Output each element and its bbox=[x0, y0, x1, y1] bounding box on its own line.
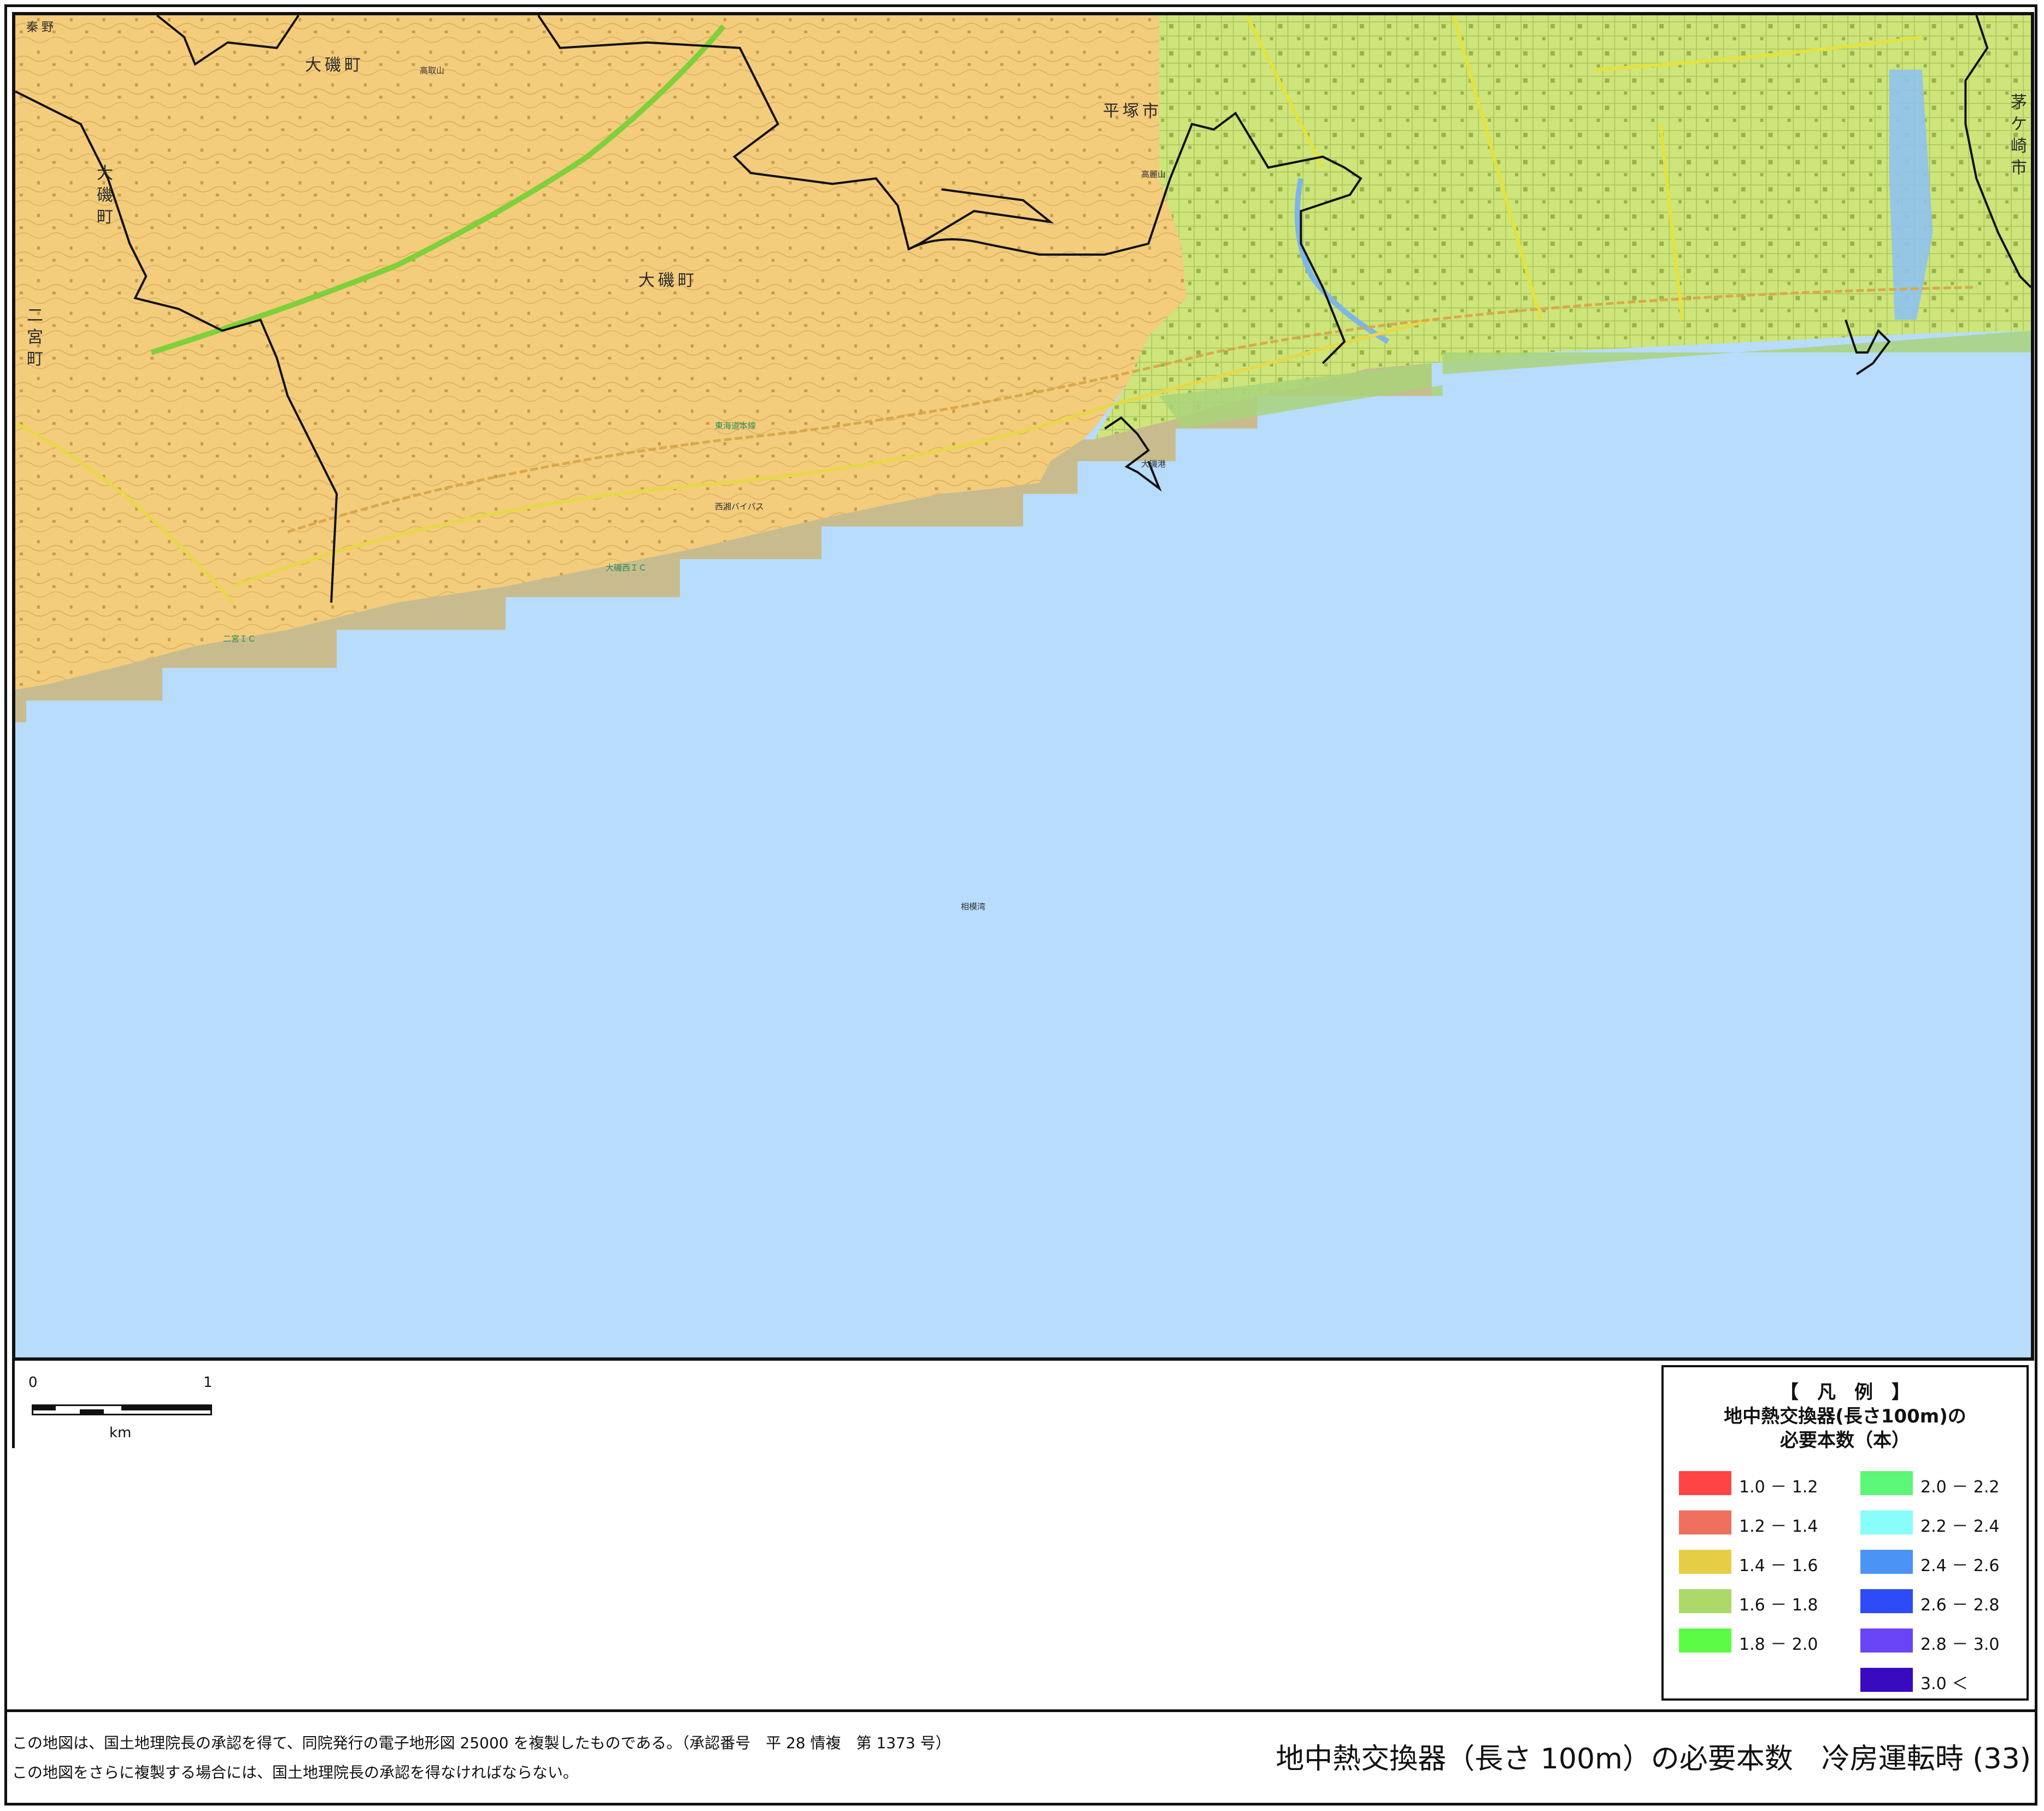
place-label-oiso-top: 大磯町 bbox=[305, 56, 364, 75]
frame-tick bbox=[12, 1361, 15, 1448]
legend-swatch bbox=[1860, 1550, 1913, 1574]
legend-swatch bbox=[1679, 1550, 1731, 1574]
scale-bar-seg bbox=[80, 1409, 104, 1415]
scale-unit-label: km bbox=[109, 1425, 132, 1441]
legend-label: 2.0 － 2.2 bbox=[1920, 1478, 2000, 1497]
legend-swatch bbox=[1679, 1471, 1731, 1495]
footer-note-line1: この地図は、国土地理院長の承認を得て、同院発行の電子地形図 25000 を複製し… bbox=[12, 1734, 951, 1752]
legend-swatch bbox=[1860, 1668, 1913, 1692]
place-label-oiso-left: 大磯町 bbox=[97, 164, 113, 227]
map-title: 地中熱交換器（長さ 100m）の必要本数 冷房運転時 (33) bbox=[1276, 1743, 2031, 1775]
legend-title-line1: 【 凡 例 】 bbox=[1780, 1381, 1910, 1403]
legend-label: 2.2 － 2.4 bbox=[1920, 1517, 2000, 1536]
legend-label: 1.8 － 2.0 bbox=[1739, 1635, 1818, 1654]
place-label-sagami-bay: 相模湾 bbox=[961, 902, 986, 912]
map-canvas bbox=[15, 15, 2031, 722]
scale-end-label: 1 bbox=[203, 1374, 213, 1391]
legend-swatch bbox=[1860, 1510, 1913, 1534]
place-label-partial: 秦野 bbox=[26, 21, 57, 34]
place-label-oiso-port: 大磯港 bbox=[1141, 459, 1166, 469]
legend-label: 1.4 － 1.6 bbox=[1739, 1556, 1818, 1575]
scale-bar: 0 1 km bbox=[28, 1374, 214, 1441]
scale-bar-seg bbox=[121, 1405, 212, 1410]
map-frame[interactable]: 大磯町 大磯町 大磯町 二宮町 平塚市 茅ケ崎市 高取山 高麗山 相模湾 大磯港… bbox=[12, 12, 2034, 1361]
legend-swatch bbox=[1679, 1589, 1731, 1613]
place-label-ninomiya: 二宮町 bbox=[27, 306, 43, 369]
legend: 【 凡 例 】 地中熱交換器(長さ100m)の 必要本数（本） 1.0 － 1.… bbox=[1661, 1365, 2029, 1701]
legend-swatch bbox=[1679, 1510, 1731, 1534]
place-label-hiratsuka: 平塚市 bbox=[1103, 102, 1162, 121]
legend-label: 3.0 ＜ bbox=[1920, 1674, 1969, 1694]
place-label-takatori: 高取山 bbox=[420, 66, 445, 75]
legend-title-line3: 必要本数（本） bbox=[1780, 1430, 1910, 1451]
legend-label: 1.2 － 1.4 bbox=[1739, 1517, 1818, 1536]
legend-label: 1.0 － 1.2 bbox=[1739, 1478, 1818, 1497]
place-label-koma: 高麗山 bbox=[1141, 169, 1166, 179]
place-label-chigasaki: 茅ケ崎市 bbox=[2011, 93, 2027, 178]
legend-title-line2: 地中熱交換器(長さ100m)の bbox=[1724, 1406, 1966, 1427]
legend-swatch bbox=[1679, 1628, 1731, 1653]
legend-label: 2.6 － 2.8 bbox=[1920, 1596, 2000, 1615]
legend-swatch bbox=[1860, 1628, 1913, 1653]
footer-note-line2: この地図をさらに複製する場合には、国土地理院長の承認を得なければならない。 bbox=[12, 1763, 579, 1781]
legend-label: 1.6 － 1.8 bbox=[1739, 1596, 1818, 1615]
scale-bar-seg bbox=[32, 1405, 56, 1410]
legend-swatch bbox=[1860, 1589, 1913, 1613]
place-label-ninomiya-ic: 二宮ＩＣ bbox=[223, 634, 256, 644]
road-label-tokaido: 東海道本線 bbox=[715, 421, 756, 431]
footer-separator bbox=[7, 1709, 2037, 1712]
place-label-oiso-center: 大磯町 bbox=[638, 271, 697, 290]
scale-start-label: 0 bbox=[28, 1374, 38, 1391]
legend-label: 2.4 － 2.6 bbox=[1920, 1556, 2000, 1575]
legend-label: 2.8 － 3.0 bbox=[1920, 1635, 2000, 1654]
legend-swatch bbox=[1860, 1471, 1913, 1495]
place-label-oiso-ic: 大磯西ＩＣ bbox=[606, 563, 647, 573]
road-label-bypass: 西湘バイパス bbox=[715, 502, 764, 511]
